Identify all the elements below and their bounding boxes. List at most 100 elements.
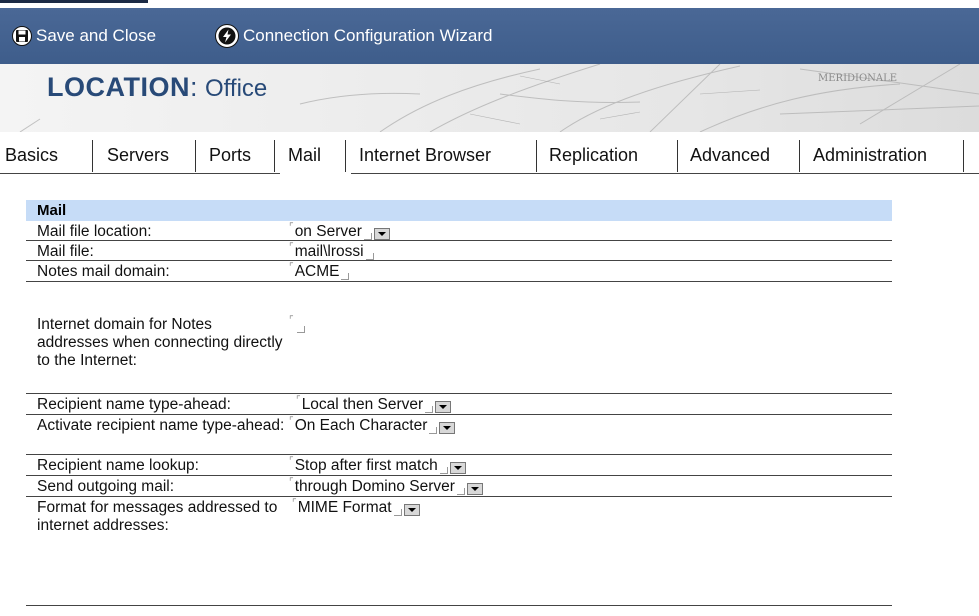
notes-mail-domain-field[interactable]: ⌜ ACME (289, 263, 350, 281)
tab-internet-browser[interactable]: Internet Browser (359, 136, 491, 174)
field-row-notes-mail-domain: Notes mail domain: ⌜ ACME (26, 261, 892, 282)
field-label: Notes mail domain: (37, 263, 170, 280)
location-label: LOCATION (47, 72, 190, 102)
dropdown-arrow-icon[interactable] (449, 462, 466, 474)
tab-separator (677, 140, 678, 172)
field-label: Mail file location: (37, 223, 152, 240)
location-title: LOCATION: Office (47, 72, 267, 103)
field-label: Activate recipient name type-ahead: (37, 417, 285, 434)
field-open-bracket: ⌜ (289, 477, 294, 488)
field-open-bracket: ⌜ (289, 456, 294, 467)
tab-separator (195, 140, 196, 172)
recipient-type-ahead-field[interactable]: ⌜ Local then Server (296, 395, 452, 414)
mail-file-field[interactable]: ⌜ mail\lrossi (289, 243, 375, 261)
tab-advanced[interactable]: Advanced (690, 136, 770, 174)
tab-label: Replication (549, 144, 639, 165)
mail-file-location-field[interactable]: ⌜ on Server (289, 223, 390, 241)
dropdown-arrow-icon[interactable] (466, 483, 483, 495)
action-toolbar: Save and Close Connection Configuration … (0, 8, 979, 64)
tab-label: Advanced (690, 144, 771, 165)
field-label: Send outgoing mail: (37, 478, 175, 495)
field-value: On Each Character (294, 417, 428, 434)
tab-label: Administration (813, 144, 928, 165)
tab-baseline (0, 173, 280, 174)
field-value: on Server (294, 223, 362, 240)
field-open-bracket: ⌜ (289, 242, 294, 253)
mail-section-header: Mail (26, 200, 892, 221)
tab-replication[interactable]: Replication (549, 136, 638, 174)
tab-separator (274, 140, 275, 172)
field-row-internet-domain: Internet domain for Notes addresses when… (26, 282, 892, 394)
field-label: Recipient name lookup: (37, 457, 199, 474)
top-strip (0, 0, 979, 8)
field-close-bracket (365, 253, 374, 260)
tab-label: Internet Browser (359, 144, 492, 165)
field-close-bracket (456, 488, 465, 495)
tab-ports[interactable]: Ports (209, 136, 251, 174)
tab-bar: Basics Servers Ports Mail Internet Brows… (0, 136, 979, 174)
floppy-disk-icon (12, 26, 32, 46)
connection-wizard-button[interactable]: Connection Configuration Wizard (215, 8, 492, 64)
tab-separator (536, 140, 537, 172)
activate-type-ahead-field[interactable]: ⌜ On Each Character (289, 417, 456, 435)
form-bottom-divider (26, 605, 892, 606)
field-close-bracket (363, 233, 372, 240)
field-row-mail-file: Mail file: ⌜ mail\lrossi (26, 241, 892, 261)
top-strip-segment (0, 0, 148, 3)
tab-mail[interactable]: Mail (288, 136, 321, 174)
save-and-close-label: Save and Close (36, 26, 157, 45)
field-row-mail-file-location: Mail file location: ⌜ on Server (26, 221, 892, 241)
tab-basics[interactable]: Basics (5, 136, 58, 174)
dropdown-arrow-icon[interactable] (435, 401, 452, 413)
internet-domain-field[interactable]: ⌜ (289, 316, 306, 333)
field-value: Local then Server (301, 396, 424, 413)
field-label: Recipient name type-ahead: (37, 396, 231, 413)
tab-administration[interactable]: Administration (813, 136, 927, 174)
tab-servers[interactable]: Servers (107, 136, 169, 174)
tab-label: Servers (107, 144, 170, 165)
field-label: Mail file: (37, 243, 94, 260)
tab-baseline (351, 173, 979, 174)
connection-wizard-label: Connection Configuration Wizard (243, 26, 493, 45)
tab-label: Ports (209, 144, 252, 165)
location-name: Office (205, 75, 268, 102)
location-banner: MERIDIONALE LOCATION: Office (0, 64, 979, 132)
dropdown-arrow-icon[interactable] (439, 422, 456, 434)
lightning-bolt-icon (215, 24, 239, 48)
field-value: ACME (294, 263, 340, 280)
field-row-message-format: Format for messages addressed to interne… (26, 497, 892, 583)
field-open-bracket: ⌜ (292, 498, 297, 509)
field-close-bracket (341, 273, 350, 280)
tab-separator (92, 140, 93, 172)
message-format-field[interactable]: ⌜ MIME Format (292, 499, 420, 517)
field-row-send-outgoing: Send outgoing mail: ⌜ through Domino Serv… (26, 476, 892, 497)
field-row-recipient-lookup: Recipient name lookup: ⌜ Stop after first… (26, 455, 892, 476)
field-open-bracket: ⌜ (289, 262, 294, 273)
field-close-bracket (296, 326, 305, 333)
field-open-bracket: ⌜ (289, 222, 294, 233)
field-value: MIME Format (297, 499, 392, 516)
save-and-close-button[interactable]: Save and Close (12, 8, 156, 64)
field-value: mail\lrossi (294, 243, 364, 260)
tab-label: Mail (288, 144, 322, 165)
field-row-activate-type-ahead: Activate recipient name type-ahead: ⌜ On … (26, 415, 892, 455)
section-title: Mail (37, 202, 67, 219)
map-caption: MERIDIONALE (818, 73, 897, 84)
dropdown-arrow-icon[interactable] (373, 228, 390, 240)
tab-label: Basics (5, 144, 59, 165)
field-value: through Domino Server (294, 478, 455, 495)
field-label: Internet domain for Notes addresses when… (37, 316, 283, 369)
field-open-bracket: ⌜ (289, 315, 294, 326)
dropdown-arrow-icon[interactable] (403, 504, 420, 516)
field-open-bracket: ⌜ (296, 395, 301, 406)
field-close-bracket (429, 427, 438, 434)
tab-separator (799, 140, 800, 172)
field-close-bracket (425, 406, 434, 413)
field-close-bracket (439, 467, 448, 474)
recipient-lookup-field[interactable]: ⌜ Stop after first match (289, 457, 466, 475)
field-label: Format for messages addressed to interne… (37, 499, 278, 534)
send-outgoing-mail-field[interactable]: ⌜ through Domino Server (289, 478, 483, 496)
field-close-bracket (393, 509, 402, 516)
field-value: Stop after first match (294, 457, 438, 474)
tab-separator (963, 140, 964, 172)
